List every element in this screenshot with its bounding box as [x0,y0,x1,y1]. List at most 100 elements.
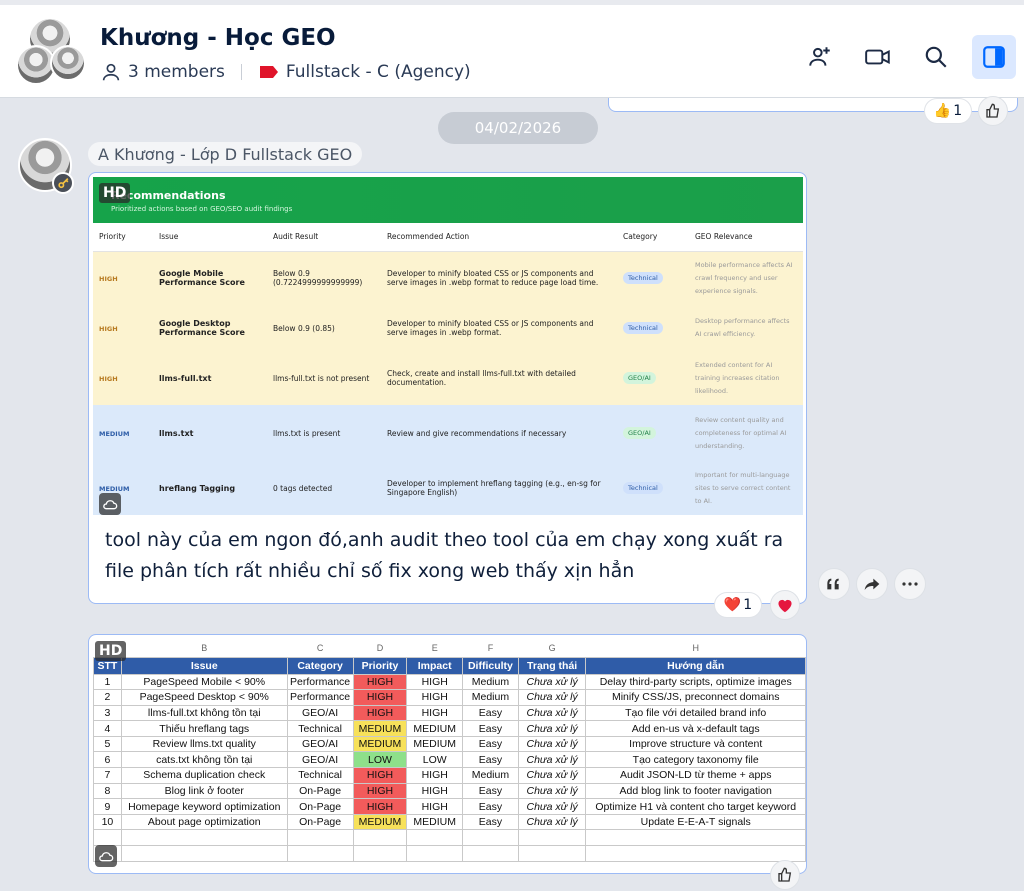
rec-relevance: Desktop performance affects AI crawl eff… [695,317,790,338]
cloud-save-button[interactable] [95,845,117,867]
video-call-button[interactable] [856,35,900,79]
react-like-button-top[interactable] [978,96,1008,126]
rec-priority: MEDIUM [99,484,130,493]
rec-category: GEO/AI [623,372,656,384]
sheet-cell: Audit JSON-LD từ theme + apps [585,767,806,784]
add-member-button[interactable] [798,35,842,79]
sheet-cell: Performance [286,673,354,691]
rec-result: llms-full.txt is not present [273,373,370,383]
sheet-data-row: 6 cats.txt không tồn tại GEO/AI LOW LOW Easy C… [93,751,806,769]
message-reaction-heart[interactable]: ❤️ 1 [714,592,762,618]
sheet-cell: 8 [93,782,122,800]
rec-relevance: Important for multi-language sites to se… [695,470,791,505]
quote-reply-button[interactable] [818,568,850,600]
rec-relevance-cell: Important for multi-language sites to se… [689,461,803,515]
sheet-empty-cell [93,829,122,847]
rec-action: Developer to implement hreflang tagging … [387,479,601,497]
sheet-cell: Priority [352,656,408,675]
members-count[interactable]: 3 members [128,62,225,82]
group-meta: 3 members Fullstack - C (Agency) [100,61,471,83]
rec-priority-cell: HIGH [93,305,153,351]
sheet-cell: Improve structure và content [585,735,806,753]
sheet-cell: Easy [462,813,519,831]
group-label[interactable]: Fullstack - C (Agency) [286,62,471,82]
rec-relevance-cell: Desktop performance affects AI crawl eff… [689,305,803,351]
sheet-cell: PageSpeed Desktop < 90% [120,689,288,706]
rec-row: MEDIUM llms.txt llms.txt is present Review … [93,405,803,461]
sheet-cell: G [548,642,556,653]
sender-name[interactable]: A Khương - Lớp D Fullstack GEO [88,142,363,166]
sheet-cell: About page optimization [120,813,288,831]
reaction-count: 1 [953,103,963,119]
quote-icon [827,578,839,590]
sheet-cell: Easy [462,720,519,737]
previous-reaction-like[interactable]: 👍 1 [924,98,972,124]
rec-result: Below 0.9 (0.7224999999999999) [273,269,363,288]
sheet-data-row: 8 Blog link ở footer On-Page HIGH HIGH Easy Ch… [93,782,806,800]
sheet-cell: Update E-E-A-T signals [585,813,806,831]
rec-issue: llms-full.txt [159,373,212,383]
sheet-cell: Schema duplication check [120,767,288,784]
forward-button[interactable] [856,568,888,600]
sheet-cell: H [692,642,699,653]
sheet-cell: Medium [462,767,519,784]
sheet-cell: F [487,642,494,653]
rec-result-cell: llms-full.txt is not present [267,351,381,405]
rec-action-cell: Developer to implement hreflang tagging … [381,461,617,515]
rec-issue: hreflang Tagging [159,483,236,493]
more-options-button[interactable] [894,568,926,600]
rec-category-cell: GEO/AI [617,405,689,461]
sheet-cell: Chưa xử lý [517,673,587,691]
members-icon [102,63,120,81]
recommendations-image[interactable]: Recommendations Prioritized actions base… [93,177,803,519]
rec-category: Technical [623,482,663,494]
sheet-cell: Medium [462,689,519,706]
rec-column-header: GEO Relevance [689,223,803,252]
rec-result-cell: 0 tags detected [267,461,381,515]
cloud-icon [99,852,114,862]
sheet-empty-cell [406,845,464,862]
rec-column-header: Audit Result [267,223,381,252]
rec-priority: HIGH [99,274,118,283]
heart-emoji: ❤️ [723,597,742,613]
rec-column-header: Priority [93,223,153,252]
recommendations-table: Priority Issue Audit Result Recommended Act… [93,223,803,515]
sheet-cell: C [316,642,324,653]
message-bubble[interactable]: Recommendations Prioritized actions base… [88,172,807,604]
rec-priority-cell: HIGH [93,351,153,405]
search-button[interactable] [914,35,958,79]
sheet-cell: Minify CSS/JS, preconnect domains [585,689,806,706]
cloud-save-button[interactable] [99,493,121,515]
group-title[interactable]: Khương - Học GEO [100,25,336,51]
sheet-cell: Blog link ở footer [120,782,288,800]
sheet-cell: 6 [93,751,122,769]
more-dots-icon [902,582,918,586]
sheet-cell: MEDIUM [406,813,464,831]
sheet-cell: Chưa xử lý [517,720,587,737]
sheet-cell: 3 [93,704,122,722]
sheet-cell: LOW [406,751,464,769]
sheet-empty-cell [352,845,408,862]
sheet-cell: MEDIUM [352,735,408,753]
key-icon [57,177,68,188]
header-actions [798,35,1016,79]
react-like-button-bottom[interactable] [770,860,800,890]
toggle-sidebar-button[interactable] [972,35,1016,79]
sheet-cell: Easy [462,751,519,769]
rec-relevance-cell: Mobile performance affects AI crawl freq… [689,251,803,305]
sheet-cell: MEDIUM [406,720,464,737]
react-heart-button[interactable] [770,590,800,620]
spreadsheet-image-bubble[interactable]: B C D E F G H STT Issue Category Priority Impact Dif… [88,634,807,874]
sheet-cell: 7 [93,767,122,784]
sheet-cell: HIGH [352,704,408,722]
sheet-cell: D [376,642,384,653]
sheet-data-row: 3 llms-full.txt không tồn tại GEO/AI HIGH HI… [93,704,806,722]
sheet-cell: Performance [286,689,354,706]
sheet-empty-cell [462,829,519,847]
rec-result-cell: Below 0.9 (0.7224999999999999) [267,251,381,305]
sheet-cell: Chưa xử lý [517,704,587,722]
spreadsheet-table: B C D E F G H STT Issue Category Priority Impact Dif… [93,639,806,862]
rec-result-cell: Below 0.9 (0.85) [267,305,381,351]
sheet-cell: HIGH [406,798,464,815]
group-avatar-3[interactable] [50,45,86,81]
